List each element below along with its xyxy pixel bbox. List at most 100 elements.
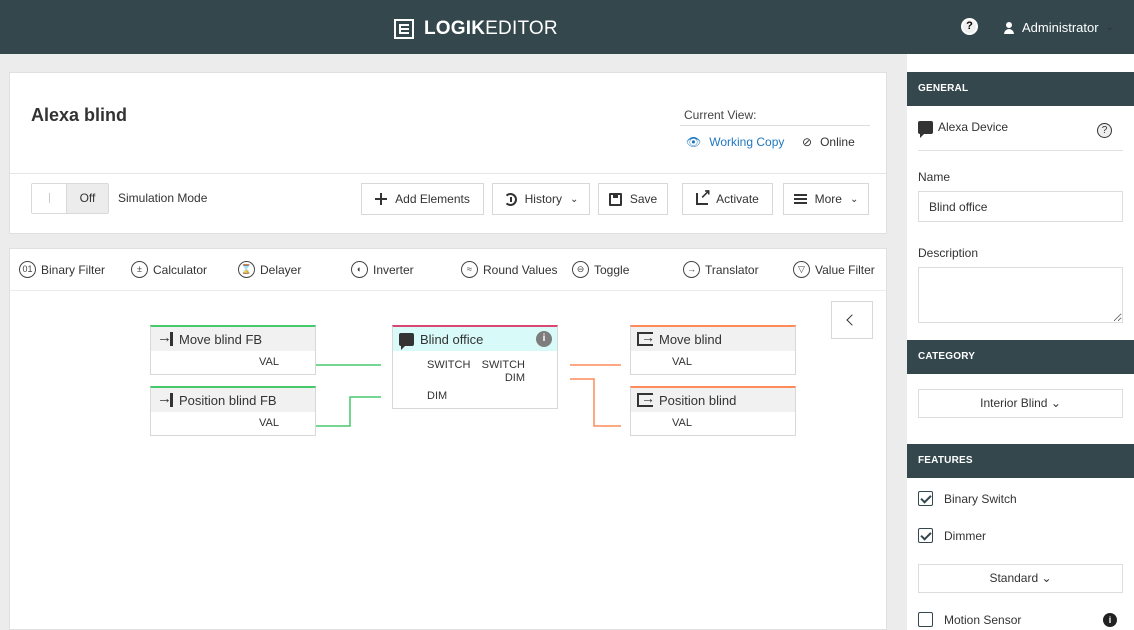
translator-icon: → (683, 261, 700, 278)
motion-sensor-checkbox[interactable] (918, 612, 933, 627)
category-value: Interior Blind (980, 396, 1048, 410)
category-section-header: CATEGORY (907, 340, 1134, 374)
node-title: Move blind (659, 331, 722, 347)
node-header: Move blind FB (151, 327, 315, 351)
input-arrow-icon (157, 390, 173, 407)
chevron-down-icon: ⌄ (849, 193, 859, 205)
save-button[interactable]: Save (598, 183, 668, 215)
binary-switch-checkbox[interactable] (918, 491, 933, 506)
collapse-panel-button[interactable] (831, 301, 873, 339)
node-body: VAL (631, 351, 795, 374)
palette-toggle[interactable]: ⊖ Toggle (572, 261, 629, 278)
palette-label: Round Values (483, 262, 558, 277)
palette-binary-filter[interactable]: 01 Binary Filter (19, 261, 105, 278)
description-label: Description (918, 246, 979, 260)
logik-editor-logo-icon (394, 19, 414, 39)
help-icon[interactable]: ? (1097, 123, 1112, 138)
history-label: History (524, 192, 562, 206)
wire-position-fb-to-dim (315, 396, 381, 427)
general-section-header: GENERAL (907, 72, 1134, 106)
save-label: Save (629, 192, 658, 206)
chevron-down-icon: ⌄ (1105, 22, 1114, 33)
element-palette: 01 Binary Filter ± Calculator ⌛ Delayer ◐ In… (10, 249, 886, 291)
node-body: SWITCH DIM SWITCH DIM (393, 351, 557, 409)
user-menu[interactable]: Administrator ⌄ (1003, 20, 1114, 35)
activate-button[interactable]: Activate (682, 183, 773, 215)
features-section-header: FEATURES (907, 444, 1134, 478)
chevron-down-icon: ⌄ (1041, 571, 1052, 585)
input-port-val[interactable]: VAL (672, 356, 692, 368)
output-port-val[interactable]: VAL (259, 356, 279, 368)
palette-inverter[interactable]: ◐ Inverter (351, 261, 414, 278)
input-port-switch[interactable]: SWITCH (427, 359, 470, 371)
online-view-link[interactable]: ⊘ Online (802, 135, 855, 149)
logic-header-card: Alexa blind Current View: 👁 Working Copy… (9, 72, 887, 234)
eye-icon: 👁 (686, 135, 702, 149)
alexa-speech-icon (399, 332, 414, 350)
properties-panel: GENERAL Alexa Device ? Name Description … (907, 54, 1134, 630)
input-arrow-icon (157, 329, 173, 346)
page-title: Alexa blind (31, 105, 128, 125)
plus-icon (375, 193, 388, 205)
add-elements-button[interactable]: Add Elements (361, 183, 484, 215)
logic-canvas-card: 01 Binary Filter ± Calculator ⌛ Delayer ◐ In… (9, 248, 887, 630)
user-name: Administrator (1022, 20, 1099, 35)
node-title: Move blind FB (179, 331, 263, 347)
node-body: VAL (151, 351, 315, 374)
device-type-label: Alexa Device (938, 120, 1009, 134)
node-body: VAL (631, 412, 795, 435)
dimmer-mode-value: Standard (989, 571, 1039, 585)
node-move-blind[interactable]: Move blind VAL (630, 325, 796, 375)
hourglass-icon: ⌛ (238, 261, 255, 278)
brand-name: LOGIKEDITOR (424, 18, 558, 39)
node-position-blind[interactable]: Position blind VAL (630, 386, 796, 436)
node-header: Position blind (631, 388, 795, 412)
node-title: Position blind (659, 392, 737, 408)
round-values-icon: ≈ (461, 261, 478, 278)
help-icon[interactable]: ? (961, 18, 978, 35)
palette-calculator[interactable]: ± Calculator (131, 261, 207, 278)
working-copy-link[interactable]: 👁 Working Copy (686, 135, 784, 149)
simulation-toggle[interactable]: Off (31, 183, 109, 214)
node-header: Blind office i (393, 327, 557, 351)
add-elements-label: Add Elements (395, 192, 470, 206)
dimmer-checkbox[interactable] (918, 528, 933, 543)
wire-dim-to-position (570, 378, 621, 427)
top-bar: LOGIKEDITOR ? Administrator ⌄ (0, 0, 1134, 54)
menu-icon (793, 194, 807, 204)
node-move-blind-fb[interactable]: Move blind FB VAL (150, 325, 316, 375)
node-position-blind-fb[interactable]: Position blind FB VAL (150, 386, 316, 436)
history-button[interactable]: History ⌄ (492, 183, 590, 215)
dimmer-mode-select[interactable]: Standard ⌄ (918, 564, 1123, 593)
palette-translator[interactable]: → Translator (683, 261, 759, 278)
node-body: VAL (151, 412, 315, 435)
section-divider (918, 150, 1123, 151)
chevron-down-icon: ⌄ (569, 193, 579, 205)
node-blind-office[interactable]: Blind office i SWITCH DIM SWITCH DIM (392, 325, 558, 409)
alexa-device-icon (918, 120, 933, 138)
description-field[interactable] (918, 267, 1123, 323)
palette-round-values[interactable]: ≈ Round Values (461, 261, 558, 278)
external-link-icon (696, 186, 711, 205)
input-port-val[interactable]: VAL (672, 417, 692, 429)
name-field[interactable] (918, 191, 1123, 222)
output-port-val[interactable]: VAL (259, 417, 279, 429)
category-select[interactable]: Interior Blind ⌄ (918, 389, 1123, 418)
node-title: Blind office (420, 331, 484, 347)
palette-label: Value Filter (815, 262, 875, 277)
info-icon[interactable]: i (1103, 613, 1117, 627)
logic-canvas[interactable]: Move blind FB VAL Position blind FB VAL … (10, 291, 886, 630)
more-label: More (814, 192, 842, 206)
input-port-dim[interactable]: DIM (427, 390, 447, 402)
output-port-dim[interactable]: DIM (505, 372, 525, 384)
chevron-down-icon: ⌄ (1050, 396, 1061, 410)
palette-label: Inverter (373, 262, 414, 277)
palette-delayer[interactable]: ⌛ Delayer (238, 261, 301, 278)
output-port-switch[interactable]: SWITCH (482, 359, 525, 371)
current-view-label: Current View: (684, 108, 757, 122)
more-button[interactable]: More ⌄ (783, 183, 869, 215)
working-copy-label: Working Copy (709, 135, 785, 149)
info-icon[interactable]: i (536, 331, 552, 347)
palette-value-filter[interactable]: ▽ Value Filter (793, 261, 875, 278)
palette-label: Delayer (260, 262, 302, 277)
